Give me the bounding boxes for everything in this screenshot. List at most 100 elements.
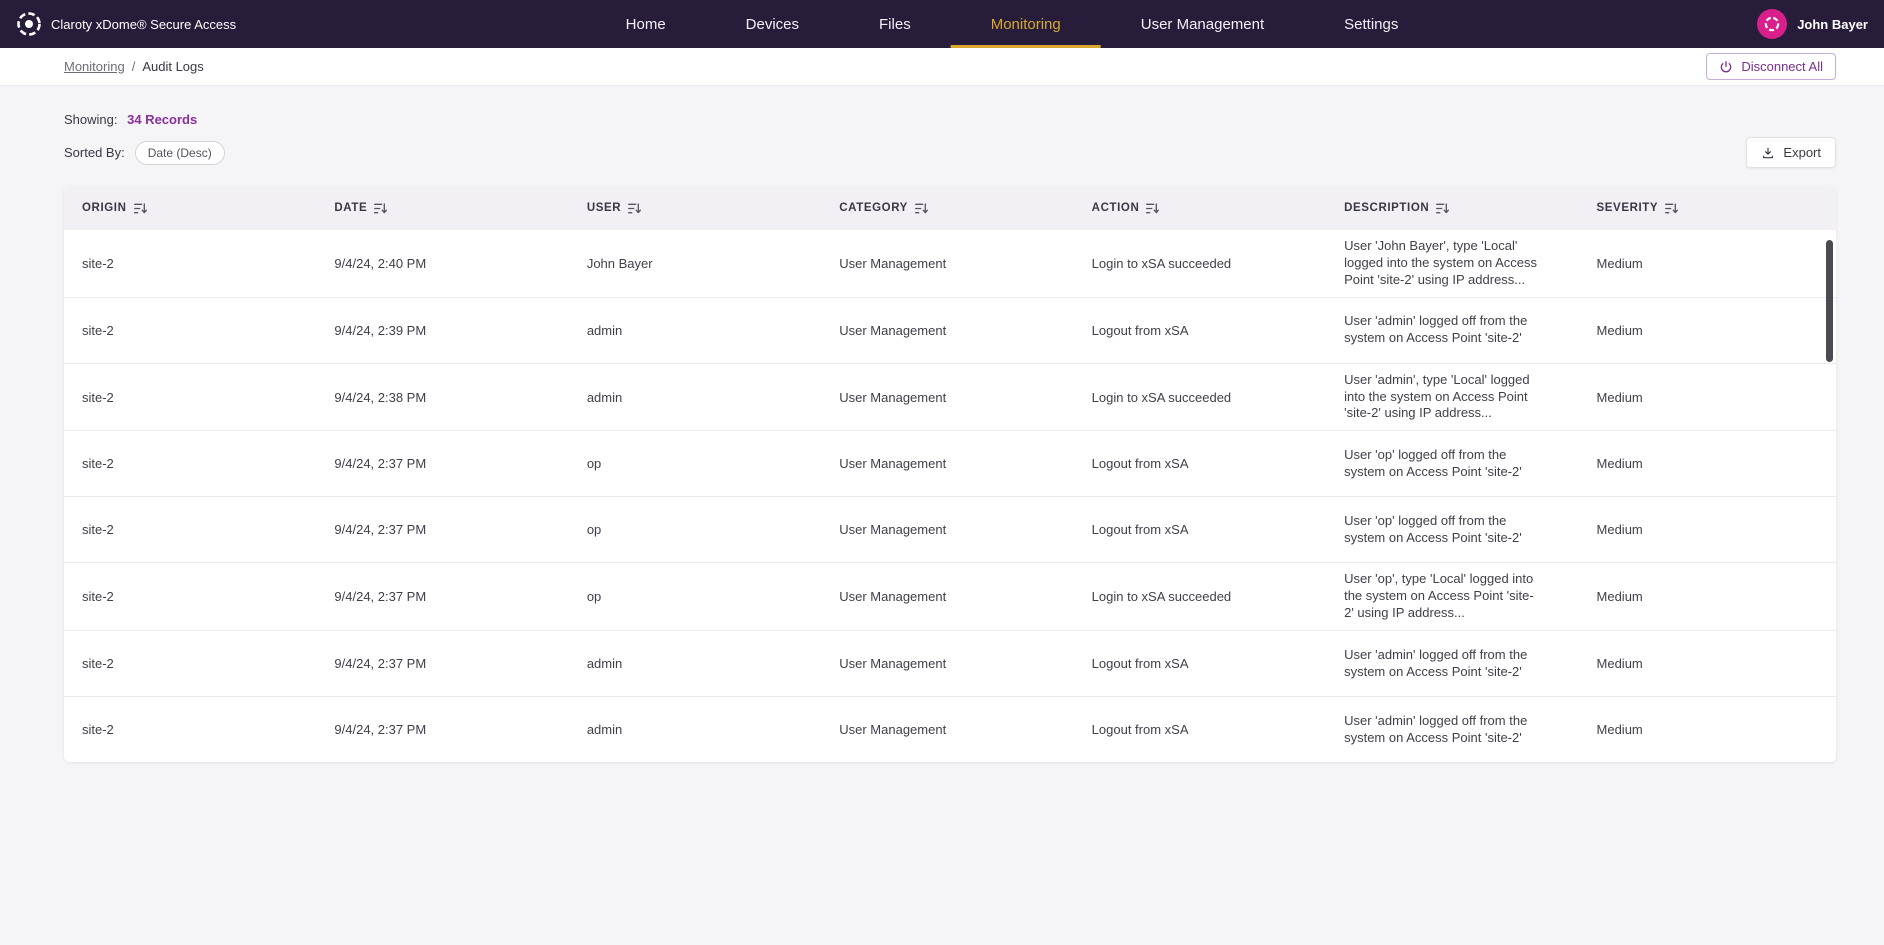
claroty-logo-icon xyxy=(16,11,42,37)
sorted-by: Sorted By: Date (Desc) xyxy=(64,141,225,165)
sort-filter-icon xyxy=(134,203,147,214)
column-header-action[interactable]: ACTION xyxy=(1074,202,1326,214)
cell-category: User Management xyxy=(821,315,1073,346)
export-button[interactable]: Export xyxy=(1746,137,1836,168)
cell-severity: Medium xyxy=(1579,514,1836,545)
cell-severity: Medium xyxy=(1579,648,1836,679)
breadcrumb: Monitoring / Audit Logs xyxy=(64,59,204,74)
disconnect-all-button[interactable]: Disconnect All xyxy=(1706,53,1836,80)
cell-action: Logout from xSA xyxy=(1074,648,1326,679)
main-nav: Home Devices Files Monitoring User Manag… xyxy=(586,0,1439,48)
cell-category: User Management xyxy=(821,514,1073,545)
cell-user: John Bayer xyxy=(569,248,821,279)
cell-user: op xyxy=(569,581,821,612)
cell-severity: Medium xyxy=(1579,248,1836,279)
sort-filter-icon xyxy=(374,203,387,214)
cell-category: User Management xyxy=(821,448,1073,479)
cell-date: 9/4/24, 2:37 PM xyxy=(316,581,568,612)
cell-origin: site-2 xyxy=(64,581,316,612)
breadcrumb-current: Audit Logs xyxy=(142,59,203,74)
nav-item-files[interactable]: Files xyxy=(839,0,951,48)
table-body: site-2 9/4/24, 2:40 PM John Bayer User M… xyxy=(64,230,1836,762)
nav-item-devices[interactable]: Devices xyxy=(706,0,839,48)
breadcrumb-monitoring-link[interactable]: Monitoring xyxy=(64,59,125,74)
cell-action: Logout from xSA xyxy=(1074,315,1326,346)
nav-item-settings[interactable]: Settings xyxy=(1304,0,1438,48)
cell-action: Login to xSA succeeded xyxy=(1074,382,1326,413)
cell-user: op xyxy=(569,514,821,545)
cell-severity: Medium xyxy=(1579,315,1836,346)
column-header-user[interactable]: USER xyxy=(569,202,821,214)
column-header-description[interactable]: DESCRIPTION xyxy=(1326,202,1578,214)
table-row[interactable]: site-2 9/4/24, 2:37 PM op User Managemen… xyxy=(64,496,1836,562)
cell-description: User 'admin' logged off from the system … xyxy=(1326,639,1578,689)
column-header-category[interactable]: CATEGORY xyxy=(821,202,1073,214)
disconnect-all-label: Disconnect All xyxy=(1741,59,1823,74)
cell-description: User 'admin' logged off from the system … xyxy=(1326,705,1578,755)
cell-date: 9/4/24, 2:37 PM xyxy=(316,648,568,679)
table-row[interactable]: site-2 9/4/24, 2:37 PM admin User Manage… xyxy=(64,696,1836,762)
cell-origin: site-2 xyxy=(64,714,316,745)
cell-date: 9/4/24, 2:37 PM xyxy=(316,448,568,479)
cell-description: User 'op' logged off from the system on … xyxy=(1326,505,1578,555)
cell-user: admin xyxy=(569,648,821,679)
records-count: 34 Records xyxy=(127,112,197,127)
cell-description: User 'admin', type 'Local' logged into t… xyxy=(1326,364,1578,431)
download-icon xyxy=(1761,146,1775,160)
nav-item-user-management[interactable]: User Management xyxy=(1101,0,1304,48)
table-row[interactable]: site-2 9/4/24, 2:37 PM op User Managemen… xyxy=(64,430,1836,496)
claroty-avatar-icon xyxy=(1757,9,1787,39)
table-header-row: ORIGIN DATE USER CATEGORY ACTION DESCRIP… xyxy=(64,186,1836,230)
table-row[interactable]: site-2 9/4/24, 2:39 PM admin User Manage… xyxy=(64,297,1836,363)
nav-item-home[interactable]: Home xyxy=(586,0,706,48)
cell-origin: site-2 xyxy=(64,648,316,679)
table-row[interactable]: site-2 9/4/24, 2:37 PM op User Managemen… xyxy=(64,562,1836,630)
top-navbar: Claroty xDome® Secure Access Home Device… xyxy=(0,0,1884,48)
cell-category: User Management xyxy=(821,382,1073,413)
cell-user: admin xyxy=(569,382,821,413)
cell-action: Login to xSA succeeded xyxy=(1074,581,1326,612)
breadcrumb-bar: Monitoring / Audit Logs Disconnect All xyxy=(0,48,1884,86)
breadcrumb-separator: / xyxy=(132,59,136,74)
brand-name: Claroty xDome® Secure Access xyxy=(51,17,236,32)
cell-description: User 'admin' logged off from the system … xyxy=(1326,305,1578,355)
cell-date: 9/4/24, 2:38 PM xyxy=(316,382,568,413)
sort-filter-icon xyxy=(628,203,641,214)
sort-chip[interactable]: Date (Desc) xyxy=(135,141,225,165)
table-scrollbar[interactable] xyxy=(1826,240,1833,362)
cell-action: Logout from xSA xyxy=(1074,514,1326,545)
cell-origin: site-2 xyxy=(64,248,316,279)
export-label: Export xyxy=(1783,145,1821,160)
column-header-date[interactable]: DATE xyxy=(316,202,568,214)
cell-severity: Medium xyxy=(1579,448,1836,479)
user-name: John Bayer xyxy=(1797,17,1868,32)
cell-date: 9/4/24, 2:40 PM xyxy=(316,248,568,279)
user-menu[interactable]: John Bayer xyxy=(1757,9,1868,39)
cell-action: Login to xSA succeeded xyxy=(1074,248,1326,279)
column-header-severity[interactable]: SEVERITY xyxy=(1579,202,1836,214)
cell-category: User Management xyxy=(821,714,1073,745)
cell-user: admin xyxy=(569,315,821,346)
sort-filter-icon xyxy=(1665,203,1678,214)
audit-logs-table: ORIGIN DATE USER CATEGORY ACTION DESCRIP… xyxy=(64,186,1836,762)
cell-date: 9/4/24, 2:37 PM xyxy=(316,514,568,545)
cell-description: User 'op', type 'Local' logged into the … xyxy=(1326,563,1578,630)
cell-severity: Medium xyxy=(1579,382,1836,413)
records-summary: Showing: 34 Records xyxy=(64,112,1836,127)
cell-action: Logout from xSA xyxy=(1074,448,1326,479)
cell-category: User Management xyxy=(821,248,1073,279)
nav-item-monitoring[interactable]: Monitoring xyxy=(951,0,1101,48)
sort-filter-icon xyxy=(1146,203,1159,214)
cell-date: 9/4/24, 2:39 PM xyxy=(316,315,568,346)
sort-filter-icon xyxy=(915,203,928,214)
column-header-origin[interactable]: ORIGIN xyxy=(64,202,316,214)
cell-severity: Medium xyxy=(1579,714,1836,745)
table-row[interactable]: site-2 9/4/24, 2:38 PM admin User Manage… xyxy=(64,363,1836,431)
showing-label: Showing: xyxy=(64,112,117,127)
cell-origin: site-2 xyxy=(64,382,316,413)
table-row[interactable]: site-2 9/4/24, 2:37 PM admin User Manage… xyxy=(64,630,1836,696)
cell-category: User Management xyxy=(821,581,1073,612)
table-row[interactable]: site-2 9/4/24, 2:40 PM John Bayer User M… xyxy=(64,230,1836,297)
sorted-by-label: Sorted By: xyxy=(64,145,125,160)
cell-category: User Management xyxy=(821,648,1073,679)
